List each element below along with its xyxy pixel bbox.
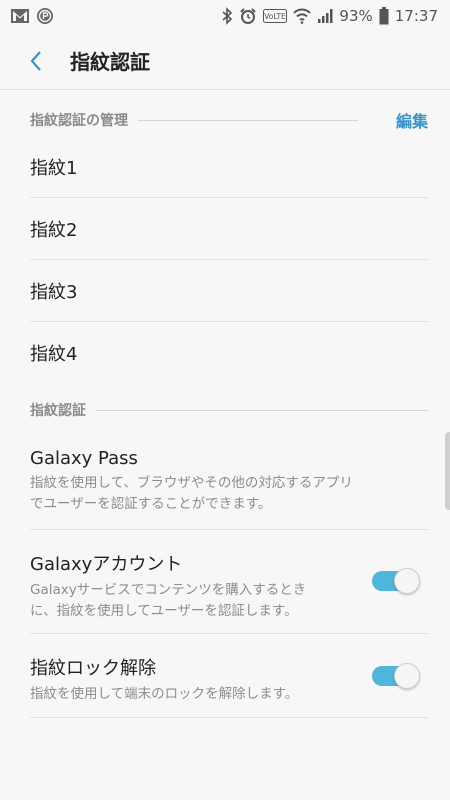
- edge-panel-handle[interactable]: [445, 432, 450, 510]
- signal-icon: [317, 8, 333, 24]
- svg-text:VoLTE: VoLTE: [265, 12, 287, 21]
- bluetooth-icon: [221, 7, 233, 25]
- option-description-line: に、指紋を使用してユーザーを認証します。: [30, 603, 298, 619]
- option-description: 指紋を使用して、ブラウザやその他の対応するアプリ でユーザーを認証することができ…: [30, 473, 410, 515]
- back-button[interactable]: [16, 41, 56, 81]
- fingerprint-item-1[interactable]: 指紋1: [30, 136, 428, 198]
- fingerprint-item-3[interactable]: 指紋3: [30, 260, 428, 322]
- alarm-icon: [239, 7, 257, 25]
- section-divider: [138, 119, 358, 121]
- section-header-management: 指紋認証の管理 編集: [30, 108, 428, 132]
- option-description-line: 指紋を使用して、ブラウザやその他の対応するアプリ: [30, 475, 353, 491]
- battery-percent: 93%: [339, 7, 373, 25]
- status-bar-left: [10, 7, 54, 25]
- toggle-knob: [394, 663, 420, 689]
- galaxy-account-toggle[interactable]: [372, 568, 420, 594]
- option-text: 指紋ロック解除 指紋を使用して端末のロックを解除します。: [30, 654, 350, 705]
- option-title: Galaxy Pass: [30, 448, 138, 469]
- option-galaxy-pass[interactable]: Galaxy Pass 指紋を使用して、ブラウザやその他の対応するアプリ でユー…: [30, 436, 428, 530]
- option-title: Galaxyアカウント: [30, 554, 183, 575]
- status-bar-right: VoLTE 93% 17:37: [221, 7, 438, 25]
- option-description-line: でユーザーを認証することができます。: [30, 496, 272, 512]
- option-description: 指紋を使用して端末のロックを解除します。: [30, 686, 299, 702]
- clock: 17:37: [394, 7, 438, 25]
- mail-icon: [10, 8, 30, 24]
- page-title: 指紋認証: [70, 50, 150, 74]
- fingerprint-item-2[interactable]: 指紋2: [30, 198, 428, 260]
- toggle-knob: [394, 568, 420, 594]
- option-title: 指紋ロック解除: [30, 658, 156, 679]
- option-galaxy-account[interactable]: Galaxyアカウント Galaxyサービスでコンテンツを購入するとき に、指紋…: [30, 530, 428, 634]
- option-description: Galaxyサービスでコンテンツを購入するとき に、指紋を使用してユーザーを認証…: [30, 580, 350, 622]
- section-header-label: 指紋認証: [30, 403, 86, 419]
- fingerprint-label: 指紋1: [30, 157, 78, 179]
- fingerprint-item-4[interactable]: 指紋4: [30, 322, 428, 384]
- fingerprint-label: 指紋4: [30, 344, 78, 365]
- section-divider: [96, 409, 428, 411]
- status-bar: VoLTE 93% 17:37: [0, 0, 450, 32]
- section-header-label: 指紋認証の管理: [30, 113, 128, 129]
- edit-button[interactable]: 編集: [396, 108, 428, 132]
- p-circle-icon: [36, 7, 54, 25]
- app-bar: 指紋認証: [0, 32, 450, 90]
- chevron-left-icon: [30, 50, 41, 71]
- volte-icon: VoLTE: [263, 9, 288, 23]
- wifi-icon: [293, 8, 312, 24]
- fingerprint-label: 指紋2: [30, 219, 78, 241]
- fingerprint-unlock-toggle[interactable]: [372, 663, 420, 689]
- option-description-line: Galaxyサービスでコンテンツを購入するとき: [30, 582, 307, 598]
- option-fingerprint-unlock[interactable]: 指紋ロック解除 指紋を使用して端末のロックを解除します。: [30, 634, 428, 718]
- option-text: Galaxyアカウント Galaxyサービスでコンテンツを購入するとき に、指紋…: [30, 550, 350, 622]
- section-header-auth: 指紋認証: [30, 400, 428, 420]
- fingerprint-label: 指紋3: [30, 281, 78, 303]
- battery-icon: [379, 7, 389, 25]
